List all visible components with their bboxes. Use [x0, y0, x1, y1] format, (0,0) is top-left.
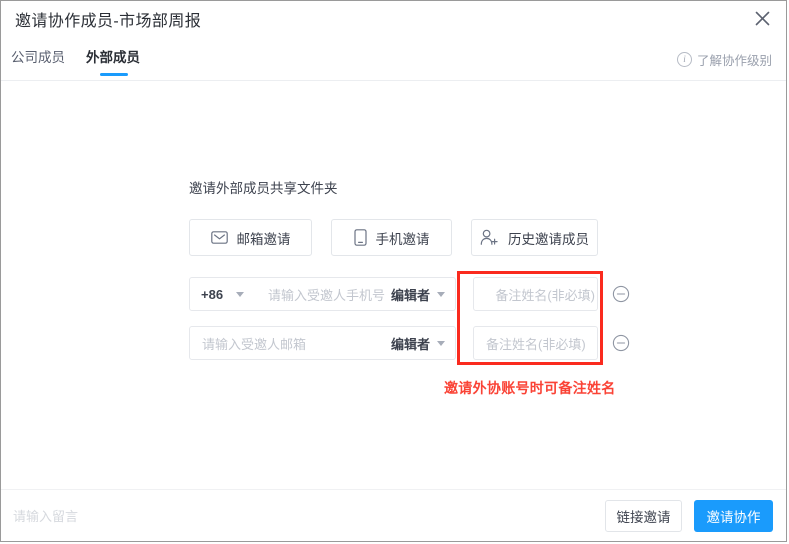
dialog-title: 邀请协作成员-市场部周报 [15, 13, 202, 30]
phone-invite-button[interactable]: 手机邀请 [331, 219, 452, 256]
invite-dialog: 邀请协作成员-市场部周报 公司成员 外部成员 i 了解协作级别 邀请外部成员共享… [0, 0, 787, 542]
role-select-phone[interactable]: 编辑者 [387, 278, 455, 310]
dialog-header: 邀请协作成员-市场部周报 [1, 1, 786, 42]
email-invite-button[interactable]: 邮箱邀请 [189, 219, 312, 256]
remove-row-button-email[interactable] [612, 334, 630, 352]
invite-row-phone: +86 请输入受邀人手机号 编辑者 备注姓名(非必填) [189, 277, 630, 311]
envelope-icon [210, 231, 228, 244]
circle-minus-icon [612, 334, 630, 352]
country-code-select[interactable]: +86 [190, 278, 252, 310]
role-select-email[interactable]: 编辑者 [387, 327, 455, 359]
role-value-email: 编辑者 [390, 336, 430, 352]
dialog-footer: 请输入留言 链接邀请 邀请协作 [1, 489, 786, 541]
invite-collaborate-button[interactable]: 邀请协作 [694, 499, 773, 532]
mobile-phone-icon [353, 229, 367, 246]
country-code-value: +86 [201, 286, 224, 302]
info-icon: i [676, 52, 692, 67]
annotation-text: 邀请外协账号时可备注姓名 [444, 380, 616, 396]
note-name-field-phone: 备注姓名(非必填) [473, 277, 598, 311]
history-invite-button[interactable]: 历史邀请成员 [471, 219, 598, 256]
note-name-field-email: 备注姓名(非必填) [473, 326, 598, 360]
email-field-group: 请输入受邀人邮箱 编辑者 [189, 326, 456, 360]
chevron-down-icon [437, 340, 445, 346]
email-input[interactable]: 请输入受邀人邮箱 [190, 327, 387, 359]
close-button[interactable] [748, 4, 776, 32]
learn-link-label: 了解协作级别 [696, 54, 772, 68]
tab-external-members[interactable]: 外部成员 [86, 48, 140, 68]
email-invite-label: 邮箱邀请 [236, 231, 291, 247]
close-icon [755, 11, 770, 26]
tab-company-members[interactable]: 公司成员 [11, 48, 65, 68]
tab-active-indicator [100, 73, 128, 76]
phone-field-group: +86 请输入受邀人手机号 编辑者 [189, 277, 456, 311]
footer-actions: 链接邀请 邀请协作 [605, 499, 773, 532]
section-title: 邀请外部成员共享文件夹 [189, 181, 338, 196]
invite-row-email: 请输入受邀人邮箱 编辑者 备注姓名(非必填) [189, 326, 630, 360]
tab-bar: 公司成员 外部成员 i 了解协作级别 [1, 42, 786, 81]
note-name-input-email[interactable]: 备注姓名(非必填) [474, 327, 597, 359]
message-input[interactable]: 请输入留言 [13, 506, 78, 525]
link-invite-button[interactable]: 链接邀请 [605, 499, 682, 532]
learn-collaboration-levels-link[interactable]: i 了解协作级别 [676, 50, 772, 69]
chevron-down-icon [437, 291, 445, 297]
chevron-down-icon [236, 291, 244, 297]
note-name-input-phone[interactable]: 备注姓名(非必填) [474, 278, 597, 310]
role-value-phone: 编辑者 [390, 287, 430, 303]
phone-invite-label: 手机邀请 [375, 231, 430, 247]
phone-input[interactable]: 请输入受邀人手机号 [252, 278, 387, 310]
history-invite-label: 历史邀请成员 [508, 231, 589, 247]
dialog-body: 邀请外部成员共享文件夹 邮箱邀请 手机邀请 历史邀请成员 +86 请输入受邀人手… [1, 81, 786, 492]
person-add-icon [480, 229, 499, 246]
invite-method-buttons: 邮箱邀请 手机邀请 历史邀请成员 [189, 219, 598, 256]
remove-row-button-phone[interactable] [612, 285, 630, 303]
circle-minus-icon [612, 285, 630, 303]
